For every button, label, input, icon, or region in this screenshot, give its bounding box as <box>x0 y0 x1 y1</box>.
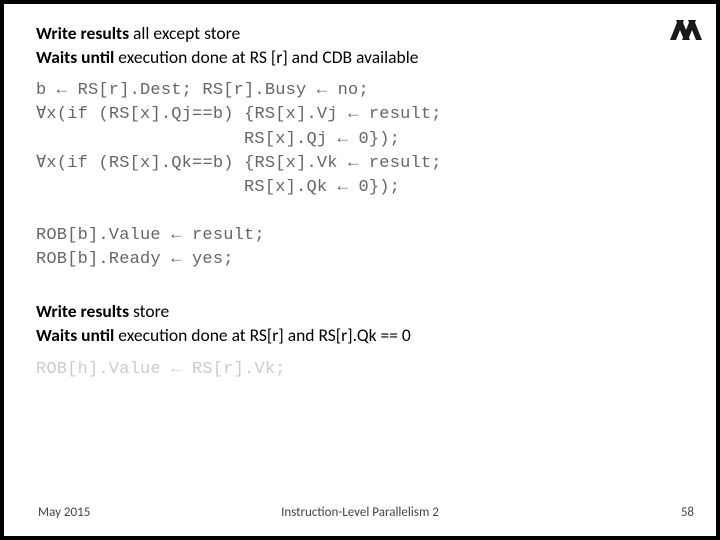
section1-heading: Write results all except store Waits unt… <box>36 22 656 69</box>
section1-line2-bold: Waits until <box>36 46 114 68</box>
section2-line1-bold: Write results <box>36 300 129 322</box>
section2-line2-rest: execution done at RS[r] and RS[r].Qk == … <box>114 324 410 346</box>
section1-line2-rest: execution done at RS [r] and CDB availab… <box>114 46 418 68</box>
footer-page: 58 <box>681 505 694 520</box>
section2-line2-bold: Waits until <box>36 324 114 346</box>
section2-line1-rest: store <box>129 300 169 322</box>
slide-content: Write results all except store Waits unt… <box>36 22 656 382</box>
section1-line1-bold: Write results <box>36 22 129 44</box>
section1-line1-rest: all except store <box>129 22 240 44</box>
university-logo <box>664 10 708 48</box>
footer-title: Instruction-Level Parallelism 2 <box>4 505 716 520</box>
slide: Write results all except store Waits unt… <box>4 4 716 536</box>
section2-heading: Write results store Waits until executio… <box>36 300 656 347</box>
section2: Write results store Waits until executio… <box>36 300 656 381</box>
section1-code: b ← RS[r].Dest; RS[r].Busy ← no; ∀x(if (… <box>36 79 656 272</box>
section2-code: ROB[h].Value ← RS[r].Vk; <box>36 358 656 382</box>
